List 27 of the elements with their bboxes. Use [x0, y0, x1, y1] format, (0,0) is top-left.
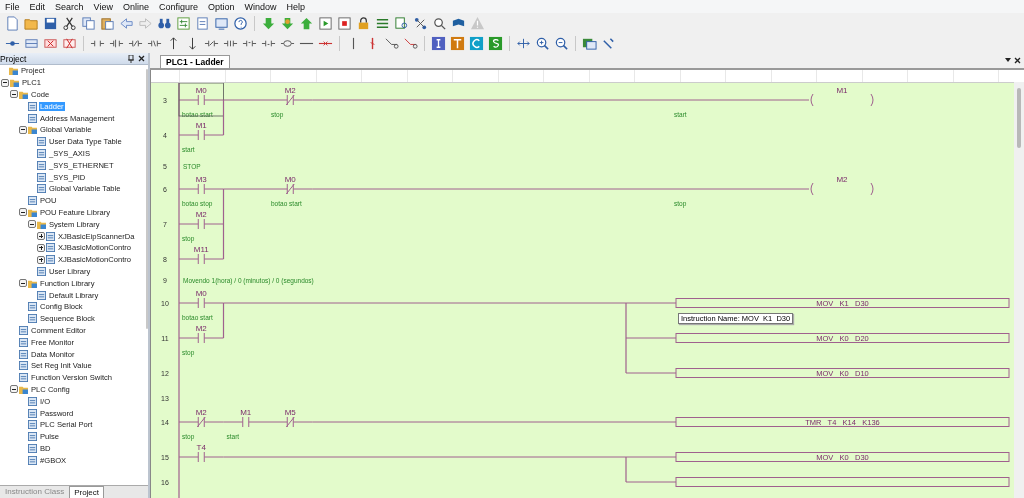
menu-item[interactable]: Configure [155, 1, 205, 12]
menu-item[interactable]: Option [204, 1, 242, 12]
address-label: M2 [836, 175, 848, 184]
document-tab[interactable]: PLC1 - Ladder [160, 55, 230, 68]
address-label: M1 [240, 408, 252, 417]
address-label: M0 [195, 289, 207, 298]
address-label: M1 [836, 86, 848, 95]
menu-item[interactable]: Window [241, 1, 284, 12]
menu-item[interactable]: Edit [26, 1, 53, 12]
address-label: M2 [195, 408, 207, 417]
address-label: M1 [195, 121, 207, 130]
address-label: T4 [196, 443, 206, 452]
panel-title: Project [0, 53, 27, 64]
address-label: M3 [195, 175, 207, 184]
address-label: M5 [284, 408, 296, 417]
menu-item[interactable]: Help [283, 1, 313, 12]
address-label: M0 [284, 175, 296, 184]
address-label: M11 [193, 245, 209, 254]
menu-item[interactable]: Search [52, 1, 91, 12]
address-label: M0 [195, 86, 207, 95]
address-label: M2 [195, 324, 207, 333]
menu-item[interactable]: View [90, 1, 120, 12]
menu-item[interactable]: Online [119, 1, 156, 12]
address-label: M2 [195, 210, 207, 219]
panel-tab[interactable]: Project [69, 486, 105, 498]
menu-item[interactable]: File [2, 1, 27, 12]
address-label: M2 [284, 86, 296, 95]
